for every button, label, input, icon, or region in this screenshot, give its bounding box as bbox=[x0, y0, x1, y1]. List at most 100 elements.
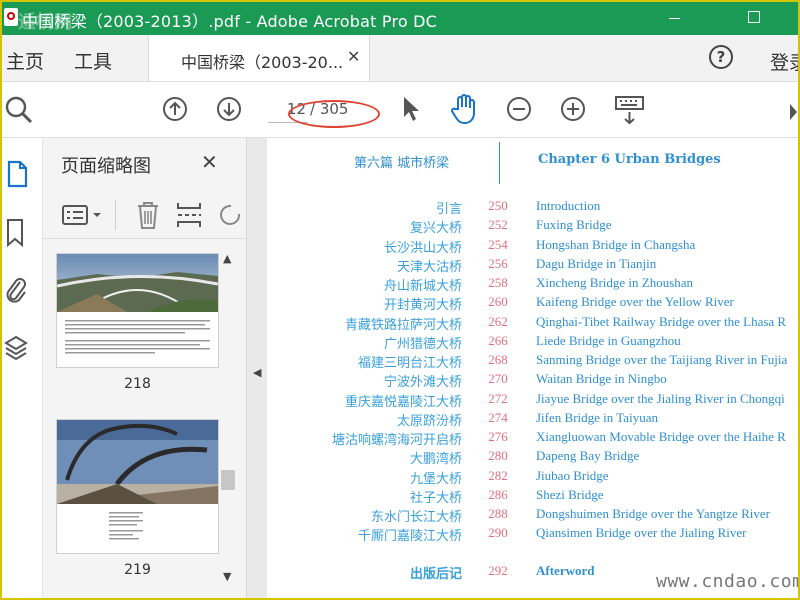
toc-entry-en[interactable]: Jiubao Bridge bbox=[536, 468, 609, 484]
toc-entry-en[interactable]: Jifen Bridge in Taiyuan bbox=[536, 410, 658, 426]
toc-entry-page[interactable]: 266 bbox=[482, 333, 514, 349]
toc-entry-page[interactable]: 254 bbox=[482, 237, 514, 253]
toc-entry-cn[interactable]: 舟山新城大桥 bbox=[268, 275, 462, 294]
attachment-icon[interactable] bbox=[4, 276, 28, 306]
toc-entry-cn[interactable]: 重庆嘉悦嘉陵江大桥 bbox=[268, 391, 462, 410]
site-watermark: 适桥网 bbox=[18, 12, 72, 33]
zoom-in-icon[interactable] bbox=[560, 96, 586, 122]
collapse-panel-arrow[interactable]: ◀ bbox=[253, 366, 261, 379]
toc-entry-page[interactable]: 270 bbox=[482, 371, 514, 387]
toc-entry-page[interactable]: 258 bbox=[482, 275, 514, 291]
toc-entry-page[interactable]: 282 bbox=[482, 468, 514, 484]
help-icon[interactable]: ? bbox=[709, 45, 733, 69]
keyboard-icon[interactable] bbox=[614, 94, 646, 126]
corner-watermark: www.cndao.com bbox=[656, 571, 800, 592]
toc-entry-cn[interactable]: 塘沽响螺湾海河开启桥 bbox=[268, 429, 462, 448]
toc-entry-page[interactable]: 274 bbox=[482, 410, 514, 426]
panel-splitter[interactable]: ◀ bbox=[247, 138, 267, 598]
page-thumbnails-icon[interactable] bbox=[6, 160, 28, 188]
toc-entry-cn[interactable]: 社子大桥 bbox=[268, 487, 462, 506]
more-tools-icon[interactable] bbox=[788, 102, 798, 122]
minimize-button[interactable] bbox=[652, 2, 698, 35]
close-panel-icon[interactable]: ✕ bbox=[201, 150, 218, 174]
toc-entry-en[interactable]: Jiayue Bridge over the Jialing River in … bbox=[536, 391, 785, 407]
tab-bar: 主页 工具 中国桥梁（2003-20... ✕ ? 登录 bbox=[2, 35, 798, 82]
toc-entry-en[interactable]: Kaifeng Bridge over the Yellow River bbox=[536, 294, 734, 310]
zoom-out-icon[interactable] bbox=[506, 96, 532, 122]
toc-entry-page[interactable]: 250 bbox=[482, 198, 514, 214]
toc-entry-page[interactable]: 276 bbox=[482, 429, 514, 445]
chapter-heading-cn: 第六篇 城市桥梁 bbox=[354, 156, 450, 171]
toc-entry-en[interactable]: Fuxing Bridge bbox=[536, 217, 611, 233]
toc-entry-en[interactable]: Xiangluowan Movable Bridge over the Haih… bbox=[536, 429, 786, 445]
hand-icon[interactable] bbox=[450, 93, 480, 125]
toc-entry-cn[interactable]: 大鹏湾桥 bbox=[268, 448, 462, 467]
toc-entry-page[interactable]: 256 bbox=[482, 256, 514, 272]
page-thumbnail-219[interactable] bbox=[57, 420, 218, 553]
tab-home[interactable]: 主页 bbox=[6, 47, 44, 74]
page-up-icon[interactable] bbox=[162, 96, 188, 122]
toc-entry-en[interactable]: Dapeng Bay Bridge bbox=[536, 448, 639, 464]
trash-icon[interactable] bbox=[135, 200, 161, 230]
document-view: 第六篇 城市桥梁 Chapter 6 Urban Bridges 引言 250 In… bbox=[268, 138, 798, 598]
toc-entry-page[interactable]: 290 bbox=[482, 525, 514, 541]
afterword-en[interactable]: Afterword bbox=[536, 563, 594, 579]
tab-document[interactable]: 中国桥梁（2003-20... ✕ bbox=[148, 35, 370, 81]
page-down-icon[interactable] bbox=[216, 96, 242, 122]
toc-entry-en[interactable]: Hongshan Bridge in Changsha bbox=[536, 237, 695, 253]
toc-entry-en[interactable]: Shezi Bridge bbox=[536, 487, 604, 503]
toc-entry-page[interactable]: 288 bbox=[482, 506, 514, 522]
toc-entry-cn[interactable]: 天津大沽桥 bbox=[268, 256, 462, 275]
toc-entry-page[interactable]: 260 bbox=[482, 294, 514, 310]
thumbnail-scrollbar[interactable]: ▲ ▼ bbox=[221, 250, 235, 590]
bridge-photo-thumbnail bbox=[56, 254, 219, 354]
login-button[interactable]: 登录 bbox=[770, 48, 798, 75]
thumbnail-options-icon[interactable] bbox=[61, 204, 105, 226]
toc-entry-cn[interactable]: 九堡大桥 bbox=[268, 468, 462, 487]
insert-page-icon[interactable] bbox=[175, 200, 203, 230]
page-thumbnail-218[interactable] bbox=[56, 254, 219, 367]
toc-entry-cn[interactable]: 长沙洪山大桥 bbox=[268, 237, 462, 256]
close-tab-icon[interactable]: ✕ bbox=[347, 47, 360, 66]
toc-entry-en[interactable]: Introduction bbox=[536, 198, 600, 214]
toc-entry-en[interactable]: Dagu Bridge in Tianjin bbox=[536, 256, 656, 272]
toc-entry-cn[interactable]: 复兴大桥 bbox=[268, 217, 462, 236]
toc-entry-page[interactable]: 280 bbox=[482, 448, 514, 464]
toc-entry-cn[interactable]: 广州猎德大桥 bbox=[268, 333, 462, 352]
toc-entry-cn[interactable]: 宁波外滩大桥 bbox=[268, 371, 462, 390]
toc-entry-en[interactable]: Qiansimen Bridge over the Jialing River bbox=[536, 525, 746, 541]
scroll-thumb[interactable] bbox=[221, 470, 235, 490]
bookmark-icon[interactable] bbox=[4, 218, 26, 248]
tab-tools[interactable]: 工具 bbox=[74, 47, 112, 74]
scroll-up-arrow[interactable]: ▲ bbox=[223, 252, 231, 265]
toc-entry-cn[interactable]: 青藏铁路拉萨河大桥 bbox=[268, 314, 462, 333]
toc-entry-page[interactable]: 262 bbox=[482, 314, 514, 330]
toc-entry-cn[interactable]: 千厮门嘉陵江大桥 bbox=[268, 525, 462, 544]
toc-entry-cn[interactable]: 福建三明台江大桥 bbox=[268, 352, 462, 371]
zoom-icon[interactable] bbox=[4, 95, 34, 125]
maximize-button[interactable] bbox=[730, 2, 776, 35]
afterword-page[interactable]: 292 bbox=[482, 563, 514, 579]
rotate-icon[interactable] bbox=[217, 200, 241, 230]
select-arrow-icon[interactable] bbox=[400, 94, 422, 124]
toc-entry-page[interactable]: 268 bbox=[482, 352, 514, 368]
toc-entry-cn[interactable]: 东水门长江大桥 bbox=[268, 506, 462, 525]
scroll-down-arrow[interactable]: ▼ bbox=[223, 570, 231, 583]
toc-entry-page[interactable]: 272 bbox=[482, 391, 514, 407]
afterword-cn[interactable]: 出版后记 bbox=[268, 563, 462, 582]
toc-entry-page[interactable]: 286 bbox=[482, 487, 514, 503]
toc-entry-en[interactable]: Liede Bridge in Guangzhou bbox=[536, 333, 681, 349]
toc-entry-cn[interactable]: 开封黄河大桥 bbox=[268, 294, 462, 313]
left-rail bbox=[2, 138, 43, 598]
toc-entry-cn[interactable]: 引言 bbox=[268, 198, 462, 217]
layers-icon[interactable] bbox=[4, 334, 28, 364]
toc-entry-cn[interactable]: 太原跻汾桥 bbox=[268, 410, 462, 429]
toc-entry-en[interactable]: Xincheng Bridge in Zhoushan bbox=[536, 275, 693, 291]
thumbnail-page-label: 218 bbox=[124, 376, 151, 392]
toc-entry-en[interactable]: Waitan Bridge in Ningbo bbox=[536, 371, 667, 387]
toc-entry-en[interactable]: Qinghai-Tibet Railway Bridge over the Lh… bbox=[536, 314, 786, 330]
toc-entry-en[interactable]: Sanming Bridge over the Taijiang River i… bbox=[536, 352, 787, 368]
toc-entry-en[interactable]: Dongshuimen Bridge over the Yangtze Rive… bbox=[536, 506, 770, 522]
toc-entry-page[interactable]: 252 bbox=[482, 217, 514, 233]
panel-toolbar bbox=[43, 188, 246, 239]
